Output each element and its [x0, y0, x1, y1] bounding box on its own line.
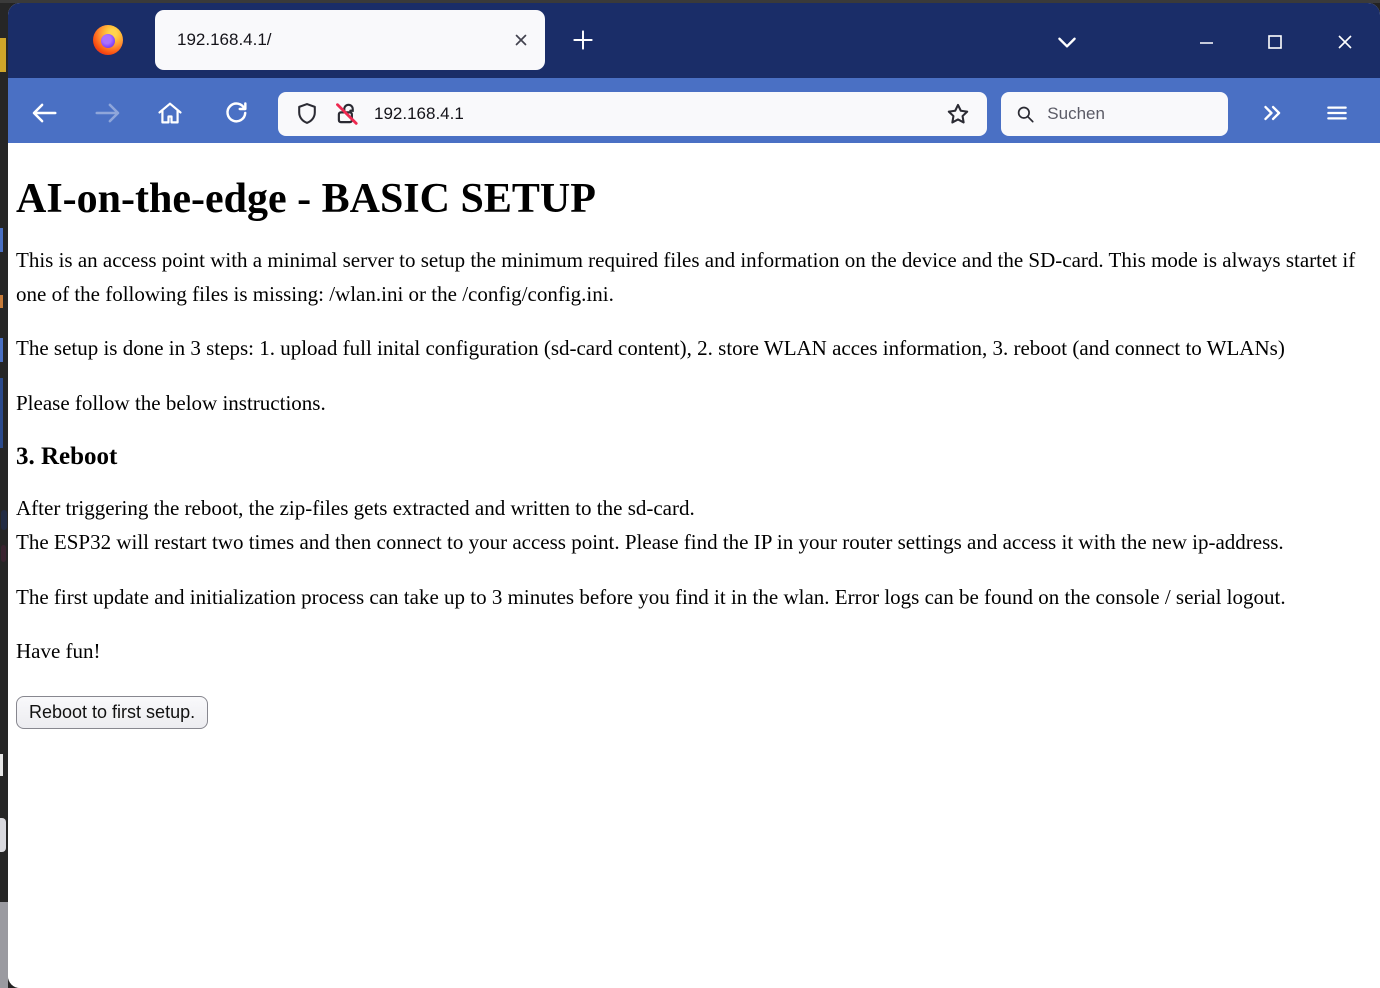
- search-icon: [1015, 102, 1035, 126]
- reboot-paragraph-2: The first update and initialization proc…: [16, 581, 1372, 615]
- chevron-down-icon: [1054, 29, 1080, 55]
- insecure-lock-icon[interactable]: [334, 101, 360, 127]
- desktop-fragment: [0, 228, 3, 252]
- menu-button[interactable]: [1322, 98, 1352, 128]
- new-tab-button[interactable]: [568, 25, 598, 55]
- home-icon: [156, 99, 184, 127]
- intro-paragraph-1: This is an access point with a minimal s…: [16, 244, 1372, 311]
- section-heading-reboot: 3. Reboot: [16, 443, 1372, 471]
- reload-button[interactable]: [221, 98, 251, 128]
- overflow-button[interactable]: [1257, 98, 1287, 128]
- desktop-fragment: [0, 338, 3, 362]
- desktop-fragment: [1, 510, 7, 530]
- tab-list-button[interactable]: [1052, 27, 1082, 57]
- browser-window: 192.168.4.1/: [8, 3, 1380, 988]
- reboot-paragraph-1: After triggering the reboot, the zip-fil…: [16, 492, 1372, 559]
- plus-icon: [570, 27, 596, 53]
- minimize-icon: [1195, 30, 1219, 54]
- back-button[interactable]: [29, 98, 59, 128]
- reboot-paragraph-1-line1: After triggering the reboot, the zip-fil…: [16, 496, 695, 520]
- navigation-toolbar: 192.168.4.1: [8, 78, 1380, 143]
- forward-arrow-icon: [93, 98, 123, 128]
- maximize-icon: [1263, 30, 1287, 54]
- home-button[interactable]: [155, 98, 185, 128]
- close-icon: [1333, 30, 1357, 54]
- firefox-logo-icon: [93, 25, 123, 55]
- desktop-fragment: [0, 754, 3, 776]
- desktop-fragment: [0, 38, 6, 72]
- desktop-fragment: [1, 545, 6, 562]
- reboot-button[interactable]: Reboot to first setup.: [16, 696, 208, 729]
- bookmark-star-icon[interactable]: [945, 101, 971, 127]
- maximize-button[interactable]: [1260, 27, 1290, 57]
- page-title: AI-on-the-edge - BASIC SETUP: [16, 175, 1372, 223]
- forward-button[interactable]: [93, 98, 123, 128]
- tab-title: 192.168.4.1/: [177, 30, 513, 50]
- double-chevron-right-icon: [1259, 100, 1285, 126]
- tab-close-icon[interactable]: [513, 32, 529, 48]
- screen: { "browser": { "tab": { "title": "192.16…: [0, 0, 1380, 988]
- close-window-button[interactable]: [1330, 27, 1360, 57]
- desktop-fragment: [0, 902, 8, 988]
- browser-titlebar: 192.168.4.1/: [8, 3, 1380, 78]
- desktop-fragment: [0, 295, 3, 308]
- minimize-button[interactable]: [1192, 27, 1222, 57]
- desktop-fragment: [0, 378, 3, 448]
- reboot-paragraph-3: Have fun!: [16, 635, 1372, 669]
- search-box[interactable]: [1001, 92, 1228, 136]
- desktop-fragment: [0, 818, 6, 852]
- search-input[interactable]: [1045, 103, 1214, 125]
- shield-icon[interactable]: [294, 101, 320, 127]
- intro-paragraph-2: The setup is done in 3 steps: 1. upload …: [16, 332, 1372, 366]
- page-content: AI-on-the-edge - BASIC SETUP This is an …: [8, 143, 1380, 988]
- hamburger-menu-icon: [1324, 100, 1350, 126]
- back-arrow-icon: [29, 98, 59, 128]
- intro-paragraph-3: Please follow the below instructions.: [16, 387, 1372, 421]
- browser-tab[interactable]: 192.168.4.1/: [155, 10, 545, 70]
- url-text[interactable]: 192.168.4.1: [374, 104, 945, 124]
- url-bar[interactable]: 192.168.4.1: [278, 92, 987, 136]
- reboot-paragraph-1-line2: The ESP32 will restart two times and the…: [16, 530, 1284, 554]
- reload-icon: [222, 99, 250, 127]
